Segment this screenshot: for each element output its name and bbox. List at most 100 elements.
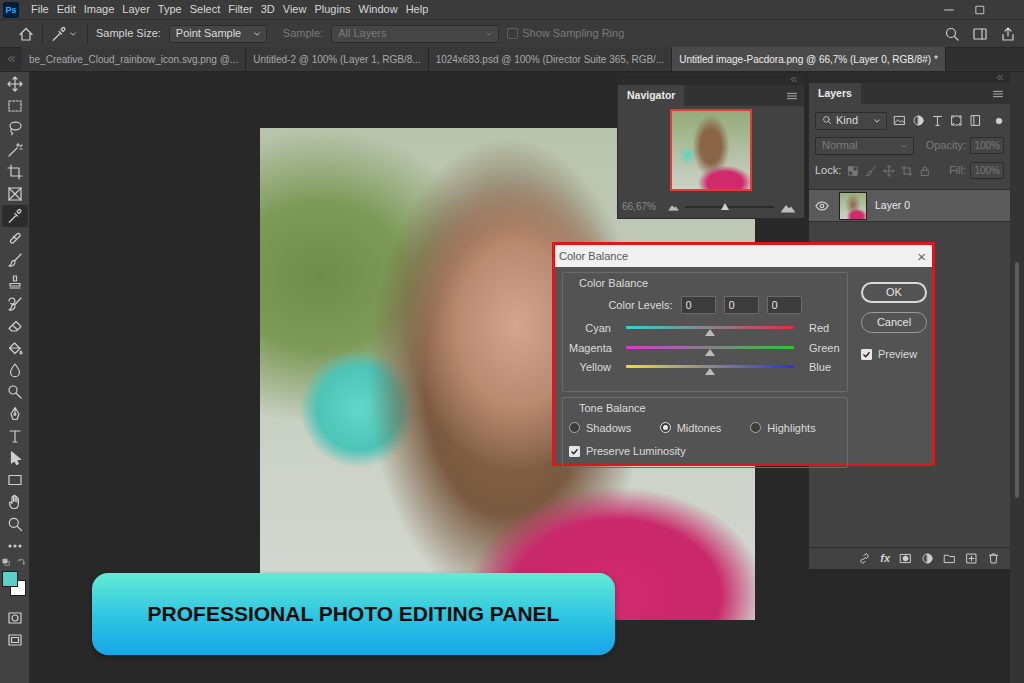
tool-preset-picker[interactable]: [51, 26, 79, 42]
color-level-field[interactable]: [681, 296, 716, 314]
quick-mask-button[interactable]: [2, 607, 28, 629]
sampling-ring-option[interactable]: Show Sampling Ring: [507, 26, 624, 40]
type-icon[interactable]: [931, 114, 944, 127]
smartobject-icon[interactable]: [969, 114, 982, 127]
tone-option[interactable]: Midtones: [660, 421, 751, 435]
tool-button[interactable]: [2, 513, 28, 535]
radio-button[interactable]: [660, 422, 671, 433]
menu-icon[interactable]: [786, 90, 798, 102]
menu-item[interactable]: Type: [154, 0, 186, 19]
layers-tab[interactable]: Layers: [809, 83, 861, 104]
slider-thumb[interactable]: [705, 368, 715, 375]
document-tab[interactable]: 1024x683.psd @ 100% (Director Suite 365,…: [429, 47, 673, 71]
toolbar-collapse[interactable]: [0, 47, 22, 71]
menu-item[interactable]: Select: [186, 0, 225, 19]
sample-dropdown[interactable]: All Layers: [331, 25, 499, 43]
brush-icon[interactable]: [865, 165, 877, 177]
move-icon[interactable]: [883, 165, 895, 177]
tool-button[interactable]: [2, 403, 28, 425]
tool-button[interactable]: [2, 73, 28, 95]
mask-icon[interactable]: [899, 552, 912, 565]
link-icon[interactable]: [858, 552, 871, 565]
search-icon[interactable]: [944, 26, 960, 42]
checkbox[interactable]: [861, 349, 872, 360]
panel-scrollbar[interactable]: [1010, 72, 1024, 683]
opacity-field[interactable]: 100%: [970, 137, 1004, 154]
tool-button[interactable]: [2, 381, 28, 403]
visibility-toggle[interactable]: [815, 198, 831, 214]
checker-icon[interactable]: [847, 165, 859, 177]
transform-icon[interactable]: [950, 114, 963, 127]
color-slider[interactable]: [626, 358, 794, 378]
layer-name[interactable]: Layer 0: [875, 199, 910, 213]
tool-button[interactable]: [2, 535, 28, 557]
home-icon[interactable]: [18, 26, 34, 42]
menu-item[interactable]: Filter: [224, 0, 256, 19]
document-tab[interactable]: be_Creative_Cloud_rainbow_icon.svg.png @…: [22, 47, 246, 71]
document-tab[interactable]: Untitled image-Pacdora.png @ 66,7% (Laye…: [672, 47, 946, 71]
adjustment-icon[interactable]: [912, 114, 925, 127]
radio-button[interactable]: [750, 422, 761, 433]
menu-item[interactable]: File: [27, 0, 53, 19]
cancel-button[interactable]: Cancel: [861, 312, 927, 333]
color-slider[interactable]: [626, 339, 794, 359]
tool-button[interactable]: [2, 161, 28, 183]
minimize-icon[interactable]: [942, 3, 956, 17]
menu-item[interactable]: Help: [402, 0, 433, 19]
share-icon[interactable]: [1000, 26, 1016, 42]
checkbox[interactable]: [507, 28, 518, 39]
tool-button[interactable]: [2, 293, 28, 315]
slider-thumb[interactable]: [705, 349, 715, 356]
app-logo[interactable]: Ps: [3, 2, 19, 18]
checkbox[interactable]: [569, 446, 580, 457]
tool-button[interactable]: [2, 469, 28, 491]
menu-icon[interactable]: [992, 88, 1004, 100]
fill-control[interactable]: Fill:100%: [949, 162, 1004, 179]
zoom-slider-thumb[interactable]: [721, 203, 729, 210]
folder-icon[interactable]: [943, 552, 956, 565]
tool-button[interactable]: [2, 227, 28, 249]
tool-button[interactable]: [2, 249, 28, 271]
filter-kind-dropdown[interactable]: Kind: [815, 112, 887, 130]
tool-button[interactable]: [2, 271, 28, 293]
menu-item[interactable]: Plugins: [310, 0, 354, 19]
close-button[interactable]: ×: [917, 249, 926, 264]
navigator-tab[interactable]: Navigator: [618, 85, 684, 106]
lock-icon[interactable]: [919, 165, 931, 177]
preserve-luminosity-option[interactable]: Preserve Luminosity: [569, 441, 841, 461]
fill-field[interactable]: 100%: [970, 162, 1004, 179]
newlayer-icon[interactable]: [965, 552, 978, 565]
tone-option[interactable]: Highlights: [750, 421, 841, 435]
tool-button[interactable]: [2, 183, 28, 205]
workspace-icon[interactable]: [972, 26, 988, 42]
menu-item[interactable]: 3D: [257, 0, 279, 19]
screen-mode-button[interactable]: [2, 629, 28, 651]
radio-button[interactable]: [569, 422, 580, 433]
zoom-slider[interactable]: [685, 206, 774, 208]
collapse-icon[interactable]: [995, 73, 1004, 82]
layer-row[interactable]: Layer 0: [809, 189, 1010, 222]
trash-icon[interactable]: [987, 552, 1000, 565]
image-icon[interactable]: [893, 114, 906, 127]
color-level-field[interactable]: [724, 296, 759, 314]
menu-item[interactable]: Edit: [53, 0, 80, 19]
tool-button[interactable]: [2, 315, 28, 337]
swap-icon[interactable]: [17, 558, 26, 567]
toggle-icon[interactable]: [994, 116, 1004, 126]
menu-item[interactable]: View: [279, 0, 311, 19]
slider-thumb[interactable]: [705, 329, 715, 336]
ok-button[interactable]: OK: [861, 282, 927, 303]
adjustment-icon[interactable]: [921, 552, 934, 565]
preview-option[interactable]: Preview: [861, 347, 927, 361]
menu-item[interactable]: Image: [80, 0, 119, 19]
tool-button[interactable]: [2, 139, 28, 161]
menu-item[interactable]: Layer: [118, 0, 154, 19]
tool-button[interactable]: [2, 117, 28, 139]
tone-option[interactable]: Shadows: [569, 421, 660, 435]
crop-icon[interactable]: [901, 165, 913, 177]
restore-icon[interactable]: [974, 4, 986, 16]
layer-style-button[interactable]: fx: [880, 551, 890, 565]
tool-button[interactable]: [2, 447, 28, 469]
tool-button[interactable]: [2, 425, 28, 447]
sample-size-dropdown[interactable]: Point Sample: [169, 25, 267, 43]
